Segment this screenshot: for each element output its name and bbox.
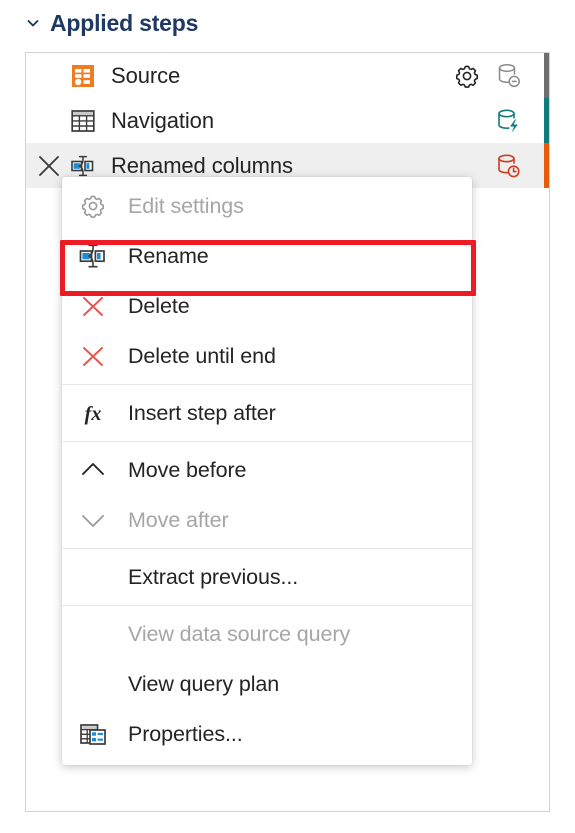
rename-icon: [70, 153, 96, 179]
menu-item-label: Properties...: [128, 721, 243, 746]
menu-item-label: Delete until end: [128, 343, 276, 368]
menu-item-rename[interactable]: Rename: [62, 231, 472, 281]
menu-item-label: View data source query: [128, 621, 351, 646]
menu-item-insert-step-after[interactable]: fx Insert step after: [62, 388, 472, 438]
menu-item-move-before[interactable]: Move before: [62, 445, 472, 495]
menu-item-edit-settings[interactable]: Edit settings: [62, 181, 472, 231]
menu-item-properties[interactable]: Properties...: [62, 709, 472, 759]
menu-item-label: Move before: [128, 457, 247, 482]
gear-icon: [76, 189, 110, 223]
chevron-down-icon[interactable]: [25, 15, 41, 31]
menu-item-label: Edit settings: [128, 193, 244, 218]
step-status-bar: [544, 98, 549, 143]
fx-icon: fx: [76, 396, 110, 430]
red-x-icon: [76, 339, 110, 373]
step-context-menu: Edit settings Rename Delete Delete until…: [62, 177, 472, 765]
menu-separator: [62, 384, 472, 385]
step-row-source[interactable]: Source: [26, 53, 549, 98]
chevron-up-icon: [76, 453, 110, 487]
svg-text:fx: fx: [85, 403, 102, 425]
menu-item-delete-until-end[interactable]: Delete until end: [62, 331, 472, 381]
applied-steps-header[interactable]: Applied steps: [25, 4, 198, 42]
step-row-actions: [494, 143, 549, 188]
menu-item-move-after[interactable]: Move after: [62, 495, 472, 545]
table-grid-icon: [70, 108, 96, 134]
rename-icon: [76, 239, 110, 273]
step-row-actions: [452, 53, 549, 98]
menu-item-label: Insert step after: [128, 400, 276, 425]
step-label: Renamed columns: [111, 152, 293, 178]
menu-item-label: Delete: [128, 293, 190, 318]
gear-icon[interactable]: [452, 61, 482, 91]
red-x-icon: [76, 289, 110, 323]
menu-separator: [62, 548, 472, 549]
menu-item-view-data-source-query[interactable]: View data source query: [62, 609, 472, 659]
step-label: Navigation: [111, 107, 214, 133]
database-clock-icon: [494, 151, 522, 181]
menu-item-view-query-plan[interactable]: View query plan: [62, 659, 472, 709]
menu-item-label: Rename: [128, 243, 209, 268]
database-bolt-icon: [494, 106, 522, 136]
step-status-bar: [544, 143, 549, 188]
menu-item-label: Move after: [128, 507, 229, 532]
page-title: Applied steps: [50, 9, 199, 36]
menu-separator: [62, 441, 472, 442]
step-row-navigation[interactable]: Navigation: [26, 98, 549, 143]
menu-item-label: Extract previous...: [128, 564, 299, 589]
source-orange-icon: [70, 63, 96, 89]
menu-item-delete[interactable]: Delete: [62, 281, 472, 331]
step-status-bar: [544, 53, 549, 98]
step-row-actions: [494, 98, 549, 143]
close-x-icon[interactable]: [36, 153, 62, 179]
applied-steps-panel-screen: Applied steps Source Navigation Renamed …: [0, 0, 575, 833]
step-label: Source: [111, 62, 181, 88]
menu-separator: [62, 605, 472, 606]
properties-icon: [76, 717, 110, 751]
database-minus-icon: [494, 61, 522, 91]
chevron-down-icon: [76, 503, 110, 537]
menu-item-label: View query plan: [128, 671, 280, 696]
menu-item-extract-previous[interactable]: Extract previous...: [62, 552, 472, 602]
